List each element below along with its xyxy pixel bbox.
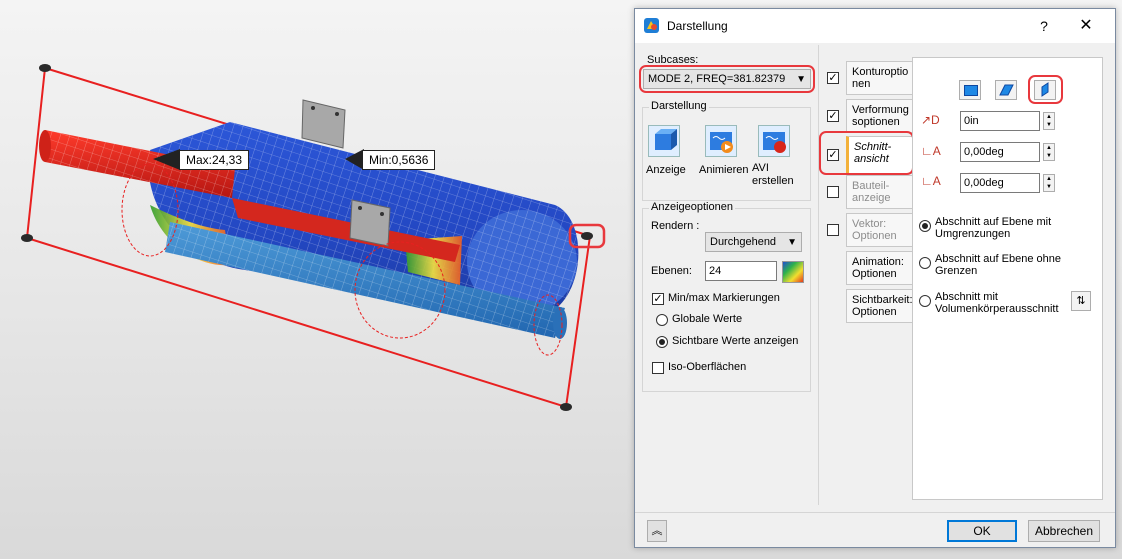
app-icon <box>644 18 659 33</box>
collapse-icon[interactable]: ︽ <box>647 520 667 542</box>
angle-b-icon: ∟A <box>921 174 941 188</box>
rendern-label: Rendern : <box>651 220 700 232</box>
bottom-separator <box>635 512 1115 513</box>
display-button-label[interactable]: Anzeige <box>646 164 686 176</box>
cancel-button[interactable]: Abbrechen <box>1028 520 1100 542</box>
tab-sichtbarkeit-optionen[interactable]: Sichtbarkeit: Optionen <box>846 289 913 323</box>
fea-model-render <box>21 64 606 411</box>
help-button[interactable]: ? <box>1033 15 1055 37</box>
flip-direction-icon[interactable]: ⇅ <box>1071 291 1091 311</box>
tab-verformungsoptionen[interactable]: Verformung soptionen <box>846 99 912 133</box>
ebenen-label: Ebenen: <box>651 265 692 277</box>
angle1-spinner[interactable]: ▲ ▼ <box>1043 143 1055 161</box>
sichtbare-werte-label[interactable]: Sichtbare Werte anzeigen <box>672 335 798 347</box>
rendern-value: Durchgehend <box>710 236 777 248</box>
globale-werte-label[interactable]: Globale Werte <box>672 313 742 325</box>
avi-icon[interactable] <box>758 125 790 157</box>
darstellung-dialog: Darstellung ? ✕ Subcases: MODE 2, FREQ=3… <box>634 8 1116 548</box>
title-bar: Darstellung ? ✕ <box>635 9 1115 43</box>
angle2-input[interactable]: 0,00deg <box>960 173 1040 193</box>
anzeigeoptionen-group-label: Anzeigeoptionen <box>649 201 735 213</box>
darstellung-group-label: Darstellung <box>649 100 709 112</box>
section-solid-cut-label[interactable]: Abschnitt mit Volumenkörperausschnitt <box>935 291 1065 315</box>
sichtbare-werte-radio[interactable] <box>656 336 668 348</box>
minmax-checkbox[interactable]: ✓ <box>652 293 664 305</box>
min-label: Min:0,5636 <box>362 150 436 170</box>
avi-button-label[interactable]: AVI erstellen <box>752 162 796 188</box>
section-with-bounds-label[interactable]: Abschnitt auf Ebene mit Umgrenzungen <box>935 216 1065 240</box>
angle1-input[interactable]: 0,00deg <box>960 142 1040 162</box>
ebenen-input[interactable]: 24 <box>705 261 777 281</box>
separator <box>818 45 819 505</box>
max-label: Max:24,33 <box>179 150 250 170</box>
subcases-highlight <box>639 65 815 93</box>
tab-bauteilanzeige[interactable]: Bauteil-anzeige <box>846 175 912 209</box>
schnittansicht-highlight <box>819 131 914 175</box>
iso-checkbox[interactable] <box>652 362 664 374</box>
chevron-down-icon: ▼ <box>787 237 797 248</box>
tab-konturoptionen[interactable]: Konturoptio nen <box>846 61 912 95</box>
close-button[interactable]: ✕ <box>1071 15 1101 37</box>
angle-a-icon: ∟A <box>921 144 941 158</box>
section-without-bounds-radio[interactable] <box>919 257 931 269</box>
konturoptionen-checkbox[interactable]: ✓ <box>827 72 839 84</box>
color-scale-icon[interactable] <box>782 261 804 283</box>
minmax-label[interactable]: Min/max Markierungen <box>668 292 780 304</box>
angle2-spinner[interactable]: ▲ ▼ <box>1043 174 1055 192</box>
section-with-bounds-radio[interactable] <box>919 220 931 232</box>
offset-input[interactable]: 0in <box>960 111 1040 131</box>
animate-icon[interactable] <box>705 125 737 157</box>
dialog-title: Darstellung <box>667 19 728 33</box>
iso-label[interactable]: Iso-Oberflächen <box>668 361 746 373</box>
display-icon[interactable] <box>648 125 680 157</box>
tab-vektor-optionen[interactable]: Vektor: Optionen <box>846 213 912 247</box>
rendern-select[interactable]: Durchgehend ▼ <box>705 232 802 252</box>
bauteilanzeige-checkbox[interactable] <box>827 186 839 198</box>
tab-animation-optionen[interactable]: Animation: Optionen <box>846 251 912 285</box>
ok-button[interactable]: OK <box>947 520 1017 542</box>
offset-spinner[interactable]: ▲ ▼ <box>1043 112 1055 130</box>
verformungsoptionen-checkbox[interactable]: ✓ <box>827 110 839 122</box>
section-solid-cut-radio[interactable] <box>919 295 931 307</box>
plane-xy-button[interactable] <box>959 80 981 100</box>
animate-button-label[interactable]: Animieren <box>699 164 749 176</box>
section-without-bounds-label[interactable]: Abschnitt auf Ebene ohne Grenzen <box>935 253 1065 277</box>
offset-icon: ↗D <box>921 113 940 127</box>
globale-werte-radio[interactable] <box>656 314 668 326</box>
model-viewport[interactable]: Max:24,33 Min:0,5636 <box>0 0 640 559</box>
section-view-panel: ↗D 0in ▲ ▼ ∟A 0,00deg ▲ ▼ ∟A 0,00deg ▲ ▼ Ab… <box>912 57 1103 500</box>
plane-xz-button[interactable] <box>995 80 1017 100</box>
plane-yz-highlight <box>1028 75 1063 104</box>
vektor-checkbox[interactable] <box>827 224 839 236</box>
